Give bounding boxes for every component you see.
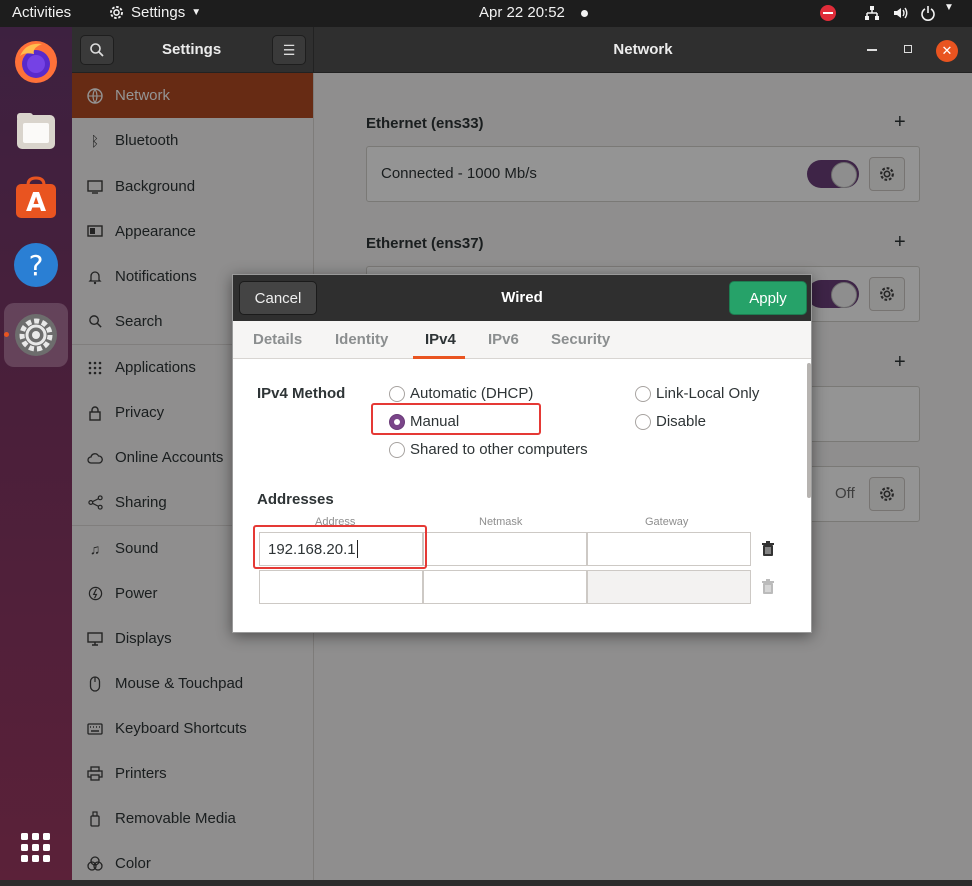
gateway-input[interactable] — [587, 570, 751, 604]
tab-identity[interactable]: Identity — [335, 331, 388, 348]
radio-label: Disable — [656, 413, 707, 430]
notification-dot-icon — [581, 9, 589, 17]
network-wired-icon[interactable] — [864, 5, 880, 25]
netmask-input[interactable] — [423, 570, 587, 604]
highlight-box-manual — [371, 403, 541, 435]
tab-details[interactable]: Details — [253, 331, 302, 348]
tab-ipv4[interactable]: IPv4 — [425, 331, 456, 348]
power-icon[interactable] — [920, 5, 936, 25]
svg-text:?: ? — [29, 249, 44, 282]
method-link-local-radio[interactable]: Link-Local Only — [635, 385, 759, 402]
search-icon — [90, 43, 104, 57]
radio-button[interactable] — [635, 413, 651, 430]
trash-icon — [762, 541, 774, 556]
dock: A ? — [0, 27, 72, 880]
active-tab-indicator — [413, 356, 465, 359]
sidebar-title: Settings — [162, 41, 222, 58]
radio-button[interactable] — [389, 385, 405, 402]
minimize-icon[interactable] — [867, 49, 877, 51]
close-button[interactable]: ✕ — [936, 40, 958, 62]
highlight-box-address — [253, 525, 427, 569]
radio-button[interactable] — [389, 441, 405, 458]
dialog-title: Wired — [501, 289, 543, 306]
dialog-header: Wired Cancel Apply — [233, 275, 811, 321]
sidebar-header: Settings ☰ — [72, 27, 314, 73]
wired-dialog: Wired Cancel Apply Details Identity IPv4… — [232, 274, 812, 633]
gateway-input[interactable] — [587, 532, 751, 566]
ipv4-method-label: IPv4 Method — [257, 385, 346, 402]
delete-address-button[interactable] — [751, 570, 785, 604]
clock[interactable]: Apr 22 20:52 — [479, 4, 589, 21]
dialog-tabs: Details Identity IPv4 IPv6 Security — [233, 321, 811, 359]
firefox-icon[interactable] — [10, 36, 62, 88]
radio-label: Link-Local Only — [656, 385, 760, 402]
method-automatic-radio[interactable]: Automatic (DHCP) — [389, 385, 533, 402]
maximize-icon[interactable] — [904, 45, 912, 53]
top-bar: Activities Settings ▼ Apr 22 20:52 ▼ — [0, 0, 972, 27]
app-menu[interactable]: Settings ▼ — [108, 4, 201, 21]
app-menu-label: Settings — [131, 4, 186, 21]
status-error-icon[interactable] — [820, 5, 836, 25]
tab-ipv6[interactable]: IPv6 — [488, 331, 519, 348]
method-disable-radio[interactable]: Disable — [635, 413, 706, 430]
settings-icon[interactable] — [10, 309, 62, 361]
show-apps-icon[interactable] — [10, 822, 62, 874]
netmask-input[interactable] — [423, 532, 587, 566]
chevron-down-icon: ▼ — [191, 7, 202, 18]
delete-address-button[interactable] — [751, 532, 785, 566]
method-shared-radio[interactable]: Shared to other computers — [389, 441, 588, 458]
hamburger-icon: ☰ — [282, 41, 296, 58]
radio-label: Automatic (DHCP) — [410, 385, 534, 402]
svg-text:A: A — [26, 188, 46, 218]
gateway-column-header: Gateway — [645, 516, 689, 528]
volume-icon[interactable] — [892, 5, 908, 25]
gear-icon — [110, 6, 123, 19]
software-center-icon[interactable]: A — [10, 172, 62, 224]
dialog-scrollbar[interactable] — [807, 363, 811, 498]
activities-button[interactable]: Activities — [12, 4, 71, 21]
apply-button[interactable]: Apply — [729, 281, 807, 315]
close-icon: ✕ — [941, 43, 953, 58]
help-icon[interactable]: ? — [10, 239, 62, 291]
files-icon[interactable] — [10, 105, 62, 157]
chevron-down-icon[interactable]: ▼ — [944, 2, 954, 13]
menu-button[interactable]: ☰ — [272, 35, 306, 65]
netmask-column-header: Netmask — [479, 516, 523, 528]
search-button[interactable] — [80, 35, 114, 65]
radio-button[interactable] — [635, 385, 651, 402]
radio-label: Shared to other computers — [410, 441, 588, 458]
address-input[interactable] — [259, 570, 423, 604]
pane-header: Network ✕ — [314, 27, 972, 73]
addresses-label: Addresses — [257, 491, 334, 508]
running-indicator — [4, 332, 9, 337]
tab-security[interactable]: Security — [551, 331, 610, 348]
trash-icon — [762, 579, 774, 594]
cancel-button[interactable]: Cancel — [239, 281, 317, 315]
clock-label: Apr 22 20:52 — [479, 4, 565, 21]
